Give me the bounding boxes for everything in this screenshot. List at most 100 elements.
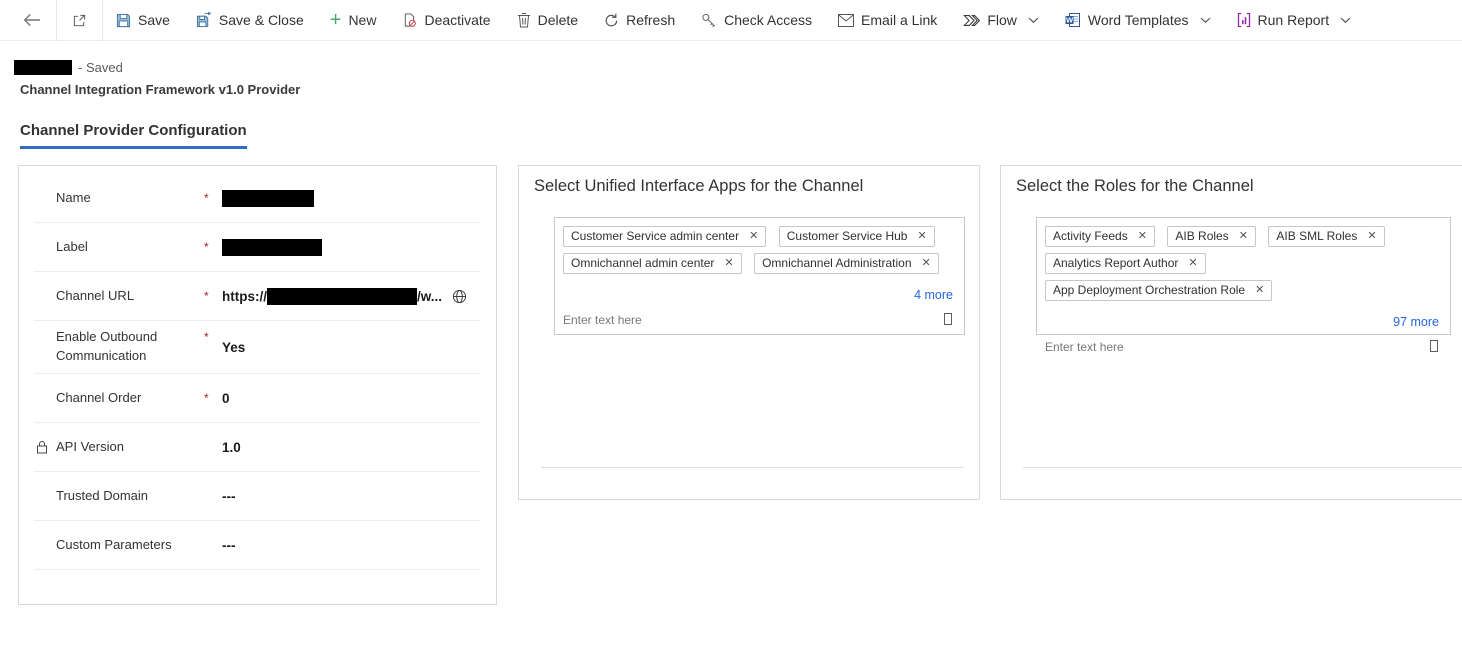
app-tag-label: Omnichannel Administration [762,256,911,270]
remove-tag-icon[interactable]: ✕ [749,231,758,242]
word-icon: W [1065,12,1081,28]
save-icon [116,13,131,28]
roles-tag-container[interactable]: Activity Feeds ✕ AIB Roles ✕ AIB SML Roles… [1036,217,1451,335]
required-asterisk: * [204,289,222,303]
field-label: Channel URL [56,287,204,306]
field-value-redaction [267,288,417,305]
app-tag: Customer Service Hub ✕ [779,226,935,247]
record-header: - Saved Channel Integration Framework v1… [14,60,300,97]
email-icon [838,14,854,27]
role-tag-label: AIB SML Roles [1276,229,1357,243]
save-and-close-button[interactable]: Save & Close [183,0,317,40]
app-tag: Omnichannel Administration ✕ [754,253,939,274]
role-tag-label: AIB Roles [1175,229,1228,243]
field-label: Name [56,189,204,208]
deactivate-button[interactable]: Deactivate [389,0,503,40]
field-row-enable-outbound-communication[interactable]: Enable Outbound Communication * Yes [34,321,481,374]
refresh-button[interactable]: Refresh [591,0,688,40]
field-value-redaction [222,190,314,207]
required-asterisk: * [204,391,222,405]
remove-tag-icon[interactable]: ✕ [1188,258,1197,269]
app-tag-label: Customer Service Hub [787,229,908,243]
role-tag: Analytics Report Author ✕ [1045,253,1206,274]
refresh-icon [604,13,619,28]
chevron-down-icon [1028,17,1039,24]
field-label: Trusted Domain [56,487,204,506]
field-value: --- [222,489,236,504]
role-tag: App Deployment Orchestration Role✕ [1045,280,1272,301]
role-tag-label: Activity Feeds [1053,229,1128,243]
field-row-trusted-domain[interactable]: Trusted Domain --- [34,472,481,521]
roles-more-link[interactable]: 97 more [1393,315,1439,329]
delete-button[interactable]: Delete [504,0,591,40]
new-label: New [348,12,376,28]
remove-tag-icon[interactable]: ✕ [1367,231,1376,242]
field-row-channel-order[interactable]: Channel Order * 0 [34,374,481,423]
apps-search-input[interactable] [563,313,713,327]
popout-icon [72,13,87,28]
refresh-label: Refresh [626,12,675,28]
field-value: 1.0 [222,440,241,455]
deactivate-label: Deactivate [424,12,490,28]
apps-panel-title: Select Unified Interface Apps for the Ch… [534,177,979,196]
word-templates-label: Word Templates [1088,12,1189,28]
placeholder-box-icon[interactable] [944,313,952,325]
chevron-down-icon [1200,17,1211,24]
field-row-name[interactable]: Name * [34,174,481,223]
url-prefix: https:// [222,289,267,304]
delete-icon [517,12,531,28]
app-tag: Omnichannel admin center ✕ [563,253,742,274]
flow-icon [963,13,980,28]
role-tag: AIB Roles ✕ [1167,226,1256,247]
check-access-label: Check Access [724,12,812,28]
field-value-redaction [222,239,322,256]
tab-channel-provider-configuration[interactable]: Channel Provider Configuration [20,122,247,149]
field-label: Custom Parameters [56,536,204,555]
remove-tag-icon[interactable]: ✕ [922,258,931,269]
remove-tag-icon[interactable]: ✕ [1239,231,1248,242]
run-report-button[interactable]: Run Report [1224,0,1365,40]
popout-button[interactable] [57,0,102,40]
remove-tag-icon[interactable]: ✕ [724,258,733,269]
remove-tag-icon[interactable]: ✕ [917,231,926,242]
field-row-api-version: API Version 1.0 [34,423,481,472]
role-tag-label: Analytics Report Author [1053,256,1178,270]
remove-tag-icon[interactable]: ✕ [1255,285,1264,296]
lock-icon [36,440,48,454]
save-close-icon [196,12,212,28]
field-row-channel-url[interactable]: Channel URL * https:///w... [34,272,481,321]
provider-form-panel: Name * Label * Channel URL * https:///w.… [18,165,497,605]
globe-icon[interactable] [452,289,467,304]
field-label: Channel Order [56,389,204,408]
apps-tag-container[interactable]: Customer Service admin center✕ Customer … [554,217,965,335]
plus-icon: + [330,13,342,27]
field-row-label[interactable]: Label * [34,223,481,272]
panel-divider [541,467,964,468]
field-row-custom-parameters[interactable]: Custom Parameters --- [34,521,481,570]
saved-status: - Saved [78,60,123,75]
email-a-link-label: Email a Link [861,12,937,28]
check-access-button[interactable]: Check Access [688,0,825,40]
word-templates-button[interactable]: W Word Templates [1052,0,1224,40]
save-and-close-label: Save & Close [219,12,304,28]
remove-tag-icon[interactable]: ✕ [1138,231,1147,242]
email-a-link-button[interactable]: Email a Link [825,0,950,40]
app-tag-label: Omnichannel admin center [571,256,714,270]
save-label: Save [138,12,170,28]
new-button[interactable]: + New [317,0,390,40]
report-icon [1237,12,1251,28]
flow-button[interactable]: Flow [950,0,1052,40]
roles-search-input[interactable] [1045,340,1195,354]
back-button[interactable] [8,0,56,40]
delete-label: Delete [538,12,578,28]
required-asterisk: * [204,240,222,254]
placeholder-box-icon[interactable] [1430,340,1438,352]
svg-text:W: W [1066,16,1074,25]
apps-more-link[interactable]: 4 more [914,288,953,302]
field-value: 0 [222,391,230,406]
roles-panel: Select the Roles for the Channel Activit… [1000,165,1462,500]
field-value: --- [222,538,236,553]
save-button[interactable]: Save [103,0,183,40]
deactivate-icon [402,12,417,28]
field-label: API Version [56,438,204,457]
